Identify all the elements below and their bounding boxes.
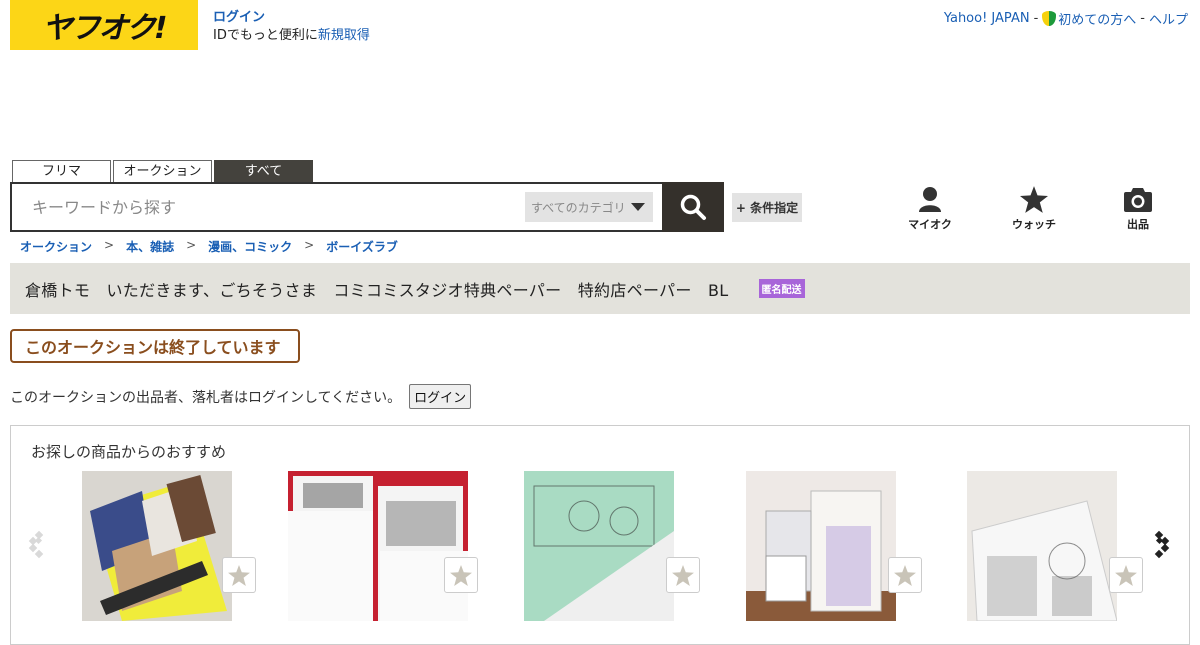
breadcrumb: オークション > 本、雑誌 > 漫画、コミック > ボーイズラブ <box>20 238 398 255</box>
watch-star-button[interactable] <box>444 557 478 593</box>
register-link[interactable]: 新規取得 <box>318 28 370 43</box>
camera-icon <box>1124 187 1152 212</box>
star-icon <box>228 564 250 586</box>
star-icon <box>1020 185 1048 213</box>
recommendation-thumbnail[interactable] <box>82 471 232 621</box>
beginner-mark-icon <box>1042 10 1057 27</box>
watch-label: ウォッチ <box>1012 218 1056 231</box>
magazine-cover-image <box>82 471 232 621</box>
search-button[interactable] <box>662 182 724 232</box>
breadcrumb-manga[interactable]: 漫画、コミック <box>208 238 292 255</box>
id-promo: IDでもっと便利に新規取得 <box>213 27 370 45</box>
logo-text: ヤフオク! <box>42 11 167 46</box>
watch-star-button[interactable] <box>222 557 256 593</box>
recommendation-thumbnail[interactable] <box>746 471 896 621</box>
beginner-link-label: 初めての方へ <box>1058 13 1137 28</box>
paper-photo-image <box>967 471 1117 621</box>
yahoo-japan-link[interactable]: Yahoo! JAPAN <box>944 11 1030 26</box>
category-select-label: すべてのカテゴリ <box>531 200 626 215</box>
help-link[interactable]: ヘルプ <box>1149 9 1188 28</box>
condition-button[interactable]: + 条件指定 <box>732 193 802 222</box>
search-tabs: フリマ オークション すべて <box>12 160 315 183</box>
watch-link[interactable]: ウォッチ <box>1004 184 1064 232</box>
login-note: このオークションの出品者、落札者はログインしてください。 ログイン <box>10 384 472 409</box>
tab-furima[interactable]: フリマ <box>12 160 111 183</box>
tab-all[interactable]: すべて <box>214 160 313 183</box>
login-button[interactable]: ログイン <box>409 384 472 409</box>
user-icon <box>919 187 941 212</box>
paper-photo-image <box>524 471 674 621</box>
recommendation-thumbnail[interactable] <box>288 471 468 621</box>
paper-photo-image <box>288 471 468 621</box>
breadcrumb-separator: > <box>186 238 197 252</box>
recommendation-title: お探しの商品からのおすすめ <box>31 443 227 461</box>
recommendation-panel: お探しの商品からのおすすめ <box>10 425 1190 645</box>
sell-label: 出品 <box>1127 218 1149 231</box>
beginner-link[interactable]: 初めての方へ <box>1042 9 1136 28</box>
search-bar: すべてのカテゴリ <box>10 182 724 232</box>
star-icon <box>450 564 472 586</box>
anonymous-shipping-badge: 匿名配送 <box>758 279 805 298</box>
breadcrumb-auction[interactable]: オークション <box>20 238 92 255</box>
star-icon <box>672 564 694 586</box>
login-link[interactable]: ログイン <box>213 9 370 27</box>
top-links: Yahoo! JAPAN - 初めての方へ - ヘルプ <box>944 9 1188 28</box>
breadcrumb-books[interactable]: 本、雑誌 <box>126 238 174 255</box>
link-separator: - <box>1140 11 1145 26</box>
books-photo-image <box>746 471 896 621</box>
breadcrumb-separator: > <box>304 238 315 252</box>
yahuoku-logo[interactable]: ヤフオク! <box>10 0 198 50</box>
search-icon <box>680 194 706 220</box>
login-note-text: このオークションの出品者、落札者はログインしてください。 <box>10 389 402 406</box>
tab-auction[interactable]: オークション <box>113 160 212 183</box>
watch-star-button[interactable] <box>1109 557 1143 593</box>
breadcrumb-separator: > <box>104 238 115 252</box>
star-icon <box>1115 564 1137 586</box>
link-separator: - <box>1033 11 1039 26</box>
id-promo-text: IDでもっと便利に <box>213 28 318 43</box>
carousel-prev-icon[interactable] <box>25 526 45 562</box>
dropdown-arrow-icon <box>631 203 645 211</box>
item-title-bar: 倉橋トモ いただきます、ごちそうさま コミコミスタジオ特典ペーパー 特約店ペーパ… <box>10 263 1190 314</box>
recommendation-thumbnail[interactable] <box>967 471 1117 621</box>
sell-link[interactable]: 出品 <box>1108 184 1168 232</box>
watch-star-button[interactable] <box>888 557 922 593</box>
star-icon <box>894 564 916 586</box>
item-title: 倉橋トモ いただきます、ごちそうさま コミコミスタジオ特典ペーパー 特約店ペーパ… <box>25 280 729 300</box>
recommendation-thumbnail[interactable] <box>524 471 674 621</box>
my-auction-label: マイオク <box>908 218 952 231</box>
login-box: ログイン IDでもっと便利に新規取得 <box>213 9 370 45</box>
my-auction-link[interactable]: マイオク <box>900 184 960 232</box>
carousel-next-icon[interactable] <box>1153 526 1173 562</box>
auction-ended-notice: このオークションは終了しています <box>10 329 300 363</box>
breadcrumb-bl[interactable]: ボーイズラブ <box>326 238 398 255</box>
category-select[interactable]: すべてのカテゴリ <box>525 192 653 222</box>
watch-star-button[interactable] <box>666 557 700 593</box>
